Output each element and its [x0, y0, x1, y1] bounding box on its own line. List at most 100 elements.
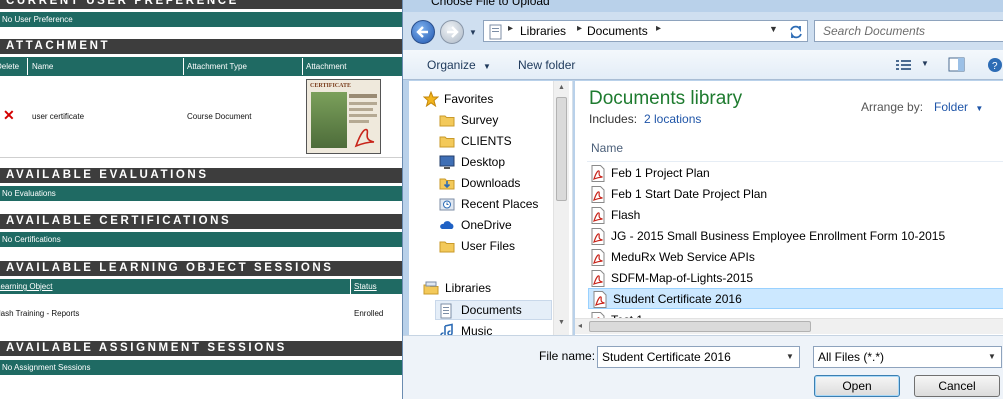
navigation-pane: Favorites Survey CLIENTS Desktop Downloa…: [409, 81, 573, 335]
section-header-attachment: ATTACHMENT: [0, 39, 402, 54]
lo-name: Flash Training - Reports: [0, 309, 80, 318]
organize-label: Organize: [427, 58, 476, 72]
nav-favorites-label: Favorites: [444, 92, 494, 106]
section-header-user-preference: CURRENT USER PREFERENCE: [0, 0, 402, 9]
nav-item-survey[interactable]: Survey: [439, 110, 559, 130]
view-dropdown-icon[interactable]: ▼: [921, 59, 929, 68]
nav-item-music[interactable]: Music: [439, 321, 559, 335]
cloud-icon: [440, 221, 454, 229]
nav-item-user-files[interactable]: User Files: [439, 236, 559, 256]
forward-button[interactable]: [440, 20, 464, 44]
breadcrumb-separator-icon: ▸: [508, 23, 514, 34]
desktop-icon: [439, 155, 455, 169]
organize-button[interactable]: Organize ▼: [427, 58, 491, 72]
pdf-file-icon: [591, 249, 605, 266]
nav-scrollbar[interactable]: ▲ ▼: [553, 81, 569, 335]
file-list-hscrollbar[interactable]: ◂: [575, 318, 1003, 334]
filename-input[interactable]: Student Certificate 2016 ▼: [597, 346, 800, 368]
scroll-down-icon[interactable]: ▼: [558, 319, 565, 326]
section-header-evaluations: AVAILABLE EVALUATIONS: [0, 168, 402, 183]
chevron-down-icon[interactable]: ▼: [786, 352, 794, 361]
library-locations-link[interactable]: 2 locations: [644, 112, 701, 126]
file-name: Feb 1 Start Date Project Plan: [611, 187, 768, 201]
nav-item-documents[interactable]: Documents: [435, 300, 552, 320]
chevron-down-icon: ▼: [975, 104, 984, 113]
breadcrumb-libraries[interactable]: Libraries: [520, 24, 566, 38]
open-button[interactable]: Open: [814, 375, 900, 397]
col-header-status[interactable]: Status: [352, 279, 402, 294]
new-folder-button[interactable]: New folder: [518, 58, 575, 72]
file-item[interactable]: MeduRx Web Service APIs: [587, 247, 1003, 268]
file-list-pane: Documents library Includes: 2 locations …: [575, 81, 1003, 335]
file-item[interactable]: Feb 1 Project Plan: [587, 163, 1003, 184]
nav-item-label: CLIENTS: [461, 134, 512, 148]
arrange-by-dropdown[interactable]: Folder ▼: [934, 100, 983, 114]
col-header-name: Name: [30, 58, 184, 75]
file-name: SDFM-Map-of-Lights-2015: [611, 271, 754, 285]
nav-item-onedrive[interactable]: OneDrive: [439, 215, 559, 235]
view-list-icon[interactable]: [895, 58, 913, 72]
nav-item-label: User Files: [461, 239, 516, 253]
library-includes-label: Includes:: [589, 112, 638, 126]
music-icon: [440, 323, 453, 335]
nav-favorites[interactable]: Favorites: [423, 89, 563, 109]
address-dropdown-icon[interactable]: ▼: [769, 24, 778, 34]
chevron-down-icon: ▼: [483, 62, 491, 71]
nav-item-downloads[interactable]: Downloads: [439, 173, 559, 193]
file-item[interactable]: Student Certificate 2016: [588, 288, 1003, 309]
arrange-by-value: Folder: [934, 100, 969, 114]
assignment-sessions-row: No Assignment Sessions: [0, 360, 402, 375]
scroll-up-icon[interactable]: ▲: [558, 84, 565, 91]
nav-libraries[interactable]: Libraries: [423, 278, 563, 298]
pdf-file-icon: [593, 291, 607, 308]
file-name: Flash: [611, 208, 641, 222]
downloads-folder-icon: [439, 178, 455, 190]
folder-icon: [439, 241, 455, 253]
documents-library-icon: [440, 303, 452, 319]
preview-pane-icon[interactable]: [948, 57, 966, 73]
hscroll-thumb[interactable]: [589, 321, 811, 332]
filename-value: Student Certificate 2016: [602, 350, 731, 364]
dialog-titlebar[interactable]: Choose File to Upload: [403, 0, 1003, 12]
nav-item-desktop[interactable]: Desktop: [439, 152, 559, 172]
chevron-down-icon[interactable]: ▼: [988, 352, 996, 361]
certifications-row: No Certifications: [0, 232, 402, 247]
user-preference-row: No User Preference: [0, 12, 402, 27]
search-input[interactable]: Search Documents: [814, 20, 1003, 42]
filetype-select[interactable]: All Files (*.*) ▼: [813, 346, 1002, 368]
back-button[interactable]: [411, 20, 435, 44]
delete-icon[interactable]: ✕: [3, 107, 15, 124]
nav-item-label: Survey: [461, 113, 499, 127]
nav-item-recent-places[interactable]: Recent Places: [439, 194, 559, 214]
attachment-thumbnail[interactable]: CERTIFICATE: [306, 79, 381, 154]
section-header-certifications: AVAILABLE CERTIFICATIONS: [0, 214, 402, 229]
folder-icon: [439, 115, 455, 127]
history-dropdown[interactable]: ▼: [469, 28, 477, 37]
column-header-name[interactable]: Name: [591, 141, 623, 155]
filetype-value: All Files (*.*): [818, 350, 885, 364]
column-divider: [587, 161, 1003, 162]
address-box[interactable]: ▸ Libraries ▸ Documents ▸ ▼: [483, 20, 808, 42]
nav-scroll-thumb[interactable]: [556, 97, 567, 201]
section-header-assignment-sessions: AVAILABLE ASSIGNMENT SESSIONS: [0, 341, 402, 356]
nav-item-label: Music: [461, 324, 493, 335]
file-item[interactable]: Flash: [587, 205, 1003, 226]
file-name: Student Certificate 2016: [613, 292, 742, 306]
file-item[interactable]: JG - 2015 Small Business Employee Enroll…: [587, 226, 1003, 247]
pdf-file-icon: [591, 270, 605, 287]
nav-item-clients[interactable]: CLIENTS: [439, 131, 559, 151]
attachment-name: user certificate: [32, 112, 85, 121]
library-title: Documents library: [589, 88, 743, 109]
help-icon[interactable]: ?: [987, 57, 1003, 73]
section-header-lo-sessions: AVAILABLE LEARNING OBJECT SESSIONS: [0, 261, 402, 276]
scroll-left-icon[interactable]: ◂: [578, 321, 582, 330]
course-web-page: CURRENT USER PREFERENCE No User Preferen…: [0, 0, 402, 399]
cancel-button[interactable]: Cancel: [914, 375, 1000, 397]
refresh-icon[interactable]: [788, 24, 804, 40]
lo-row: Flash Training - Reports Enrolled: [0, 294, 402, 334]
breadcrumb-documents[interactable]: Documents: [587, 24, 648, 38]
file-item[interactable]: Feb 1 Start Date Project Plan: [587, 184, 1003, 205]
file-item[interactable]: SDFM-Map-of-Lights-2015: [587, 268, 1003, 289]
col-header-learning-object[interactable]: Learning Object: [0, 279, 351, 294]
star-icon: [423, 91, 439, 107]
